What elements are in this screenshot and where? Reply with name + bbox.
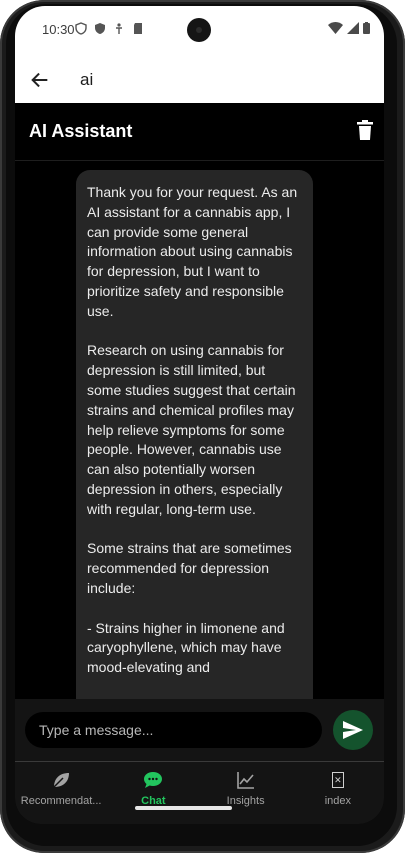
home-indicator[interactable] <box>135 806 232 810</box>
status-time: 10:30 <box>42 22 75 37</box>
wifi-icon <box>328 22 343 34</box>
message-input[interactable] <box>25 712 322 748</box>
front-camera <box>187 18 211 42</box>
trash-icon[interactable] <box>356 120 374 140</box>
send-icon <box>343 721 363 739</box>
bottom-navigation: Recommendat... Chat Insights ✕ index <box>15 762 384 824</box>
nav-item-chat[interactable]: Chat <box>107 762 199 824</box>
message-list[interactable]: Thank you for your request. As an AI ass… <box>15 161 384 699</box>
status-right-icons <box>328 22 370 34</box>
chat-bubble-icon <box>144 772 163 788</box>
signal-icon <box>347 22 359 34</box>
nav-item-index[interactable]: ✕ index <box>292 762 384 824</box>
line-chart-icon <box>236 772 254 789</box>
sd-card-icon <box>134 23 142 34</box>
nav-item-recommendations[interactable]: Recommendat... <box>15 762 107 824</box>
security-icon <box>95 23 105 34</box>
chat-title: AI Assistant <box>29 121 133 141</box>
status-icons <box>75 22 144 35</box>
nav-item-insights[interactable]: Insights <box>200 762 292 824</box>
back-arrow-icon[interactable] <box>29 69 51 91</box>
message-composer <box>15 699 384 762</box>
app-bar: ai <box>15 57 384 103</box>
accessibility-icon <box>116 23 122 34</box>
missing-glyph-icon: ✕ <box>331 772 344 788</box>
send-button[interactable] <box>333 710 373 750</box>
page-title: ai <box>80 70 94 89</box>
leaf-icon <box>53 773 70 788</box>
chat-header: AI Assistant <box>15 103 384 161</box>
nav-label-insights: Insights <box>226 795 265 807</box>
assistant-message-bubble: Thank you for your request. As an AI ass… <box>76 170 313 699</box>
status-bar: 10:30 <box>15 6 384 57</box>
nav-label-index: index <box>324 795 352 807</box>
nav-label-recommendations: Recommendat... <box>20 795 102 807</box>
shield-icon <box>75 22 87 35</box>
screen: 10:30 ai AI Assistant Thank you for your… <box>15 6 384 824</box>
battery-icon <box>363 22 370 34</box>
